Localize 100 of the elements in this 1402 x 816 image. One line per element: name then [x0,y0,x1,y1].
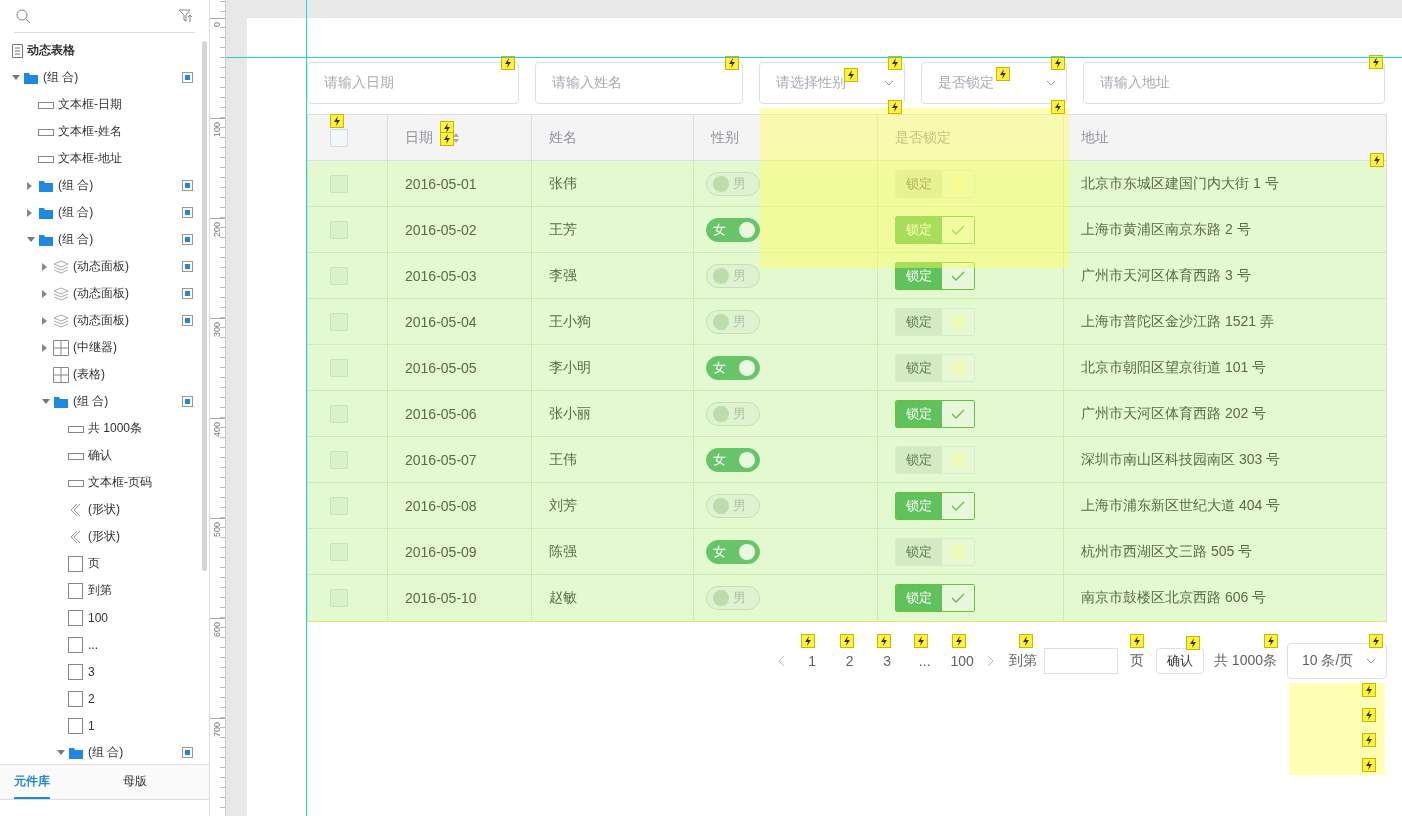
outline-item[interactable]: (动态面板) [0,253,209,280]
table-cell: 2016-05-02 [405,221,477,238]
table-cell: 2016-05-03 [405,267,477,284]
outline-item[interactable]: 确认 [0,442,209,469]
lock-toggle[interactable]: 锁定 [895,445,975,474]
outline-item[interactable]: (表格) [0,361,209,388]
ruler-number: 700 [212,722,222,738]
table-cell: 2016-05-01 [405,175,477,192]
column-header: 日期 [405,128,433,147]
ruler-number: 200 [212,222,222,238]
page-link[interactable]: 3 [868,653,906,669]
outline-item[interactable]: (形状) [0,523,209,550]
table-cell: 刘芳 [549,496,577,515]
outline-label: 文本框-地址 [58,150,122,167]
outline-item[interactable]: (组 合) [0,172,209,199]
outline-item[interactable]: (组 合) [0,199,209,226]
table-cell: 北京市朝阳区望京街道 101 号 [1081,358,1267,377]
outline-item[interactable]: (组 合) [0,388,209,415]
page-link[interactable]: ... [905,653,944,669]
outline-label: (组 合) [58,204,94,221]
outline-item[interactable]: 100 [0,604,209,631]
outline-item[interactable]: (中继器) [0,334,209,361]
outline-label: 动态表格 [27,42,75,59]
outline-label: 文本框-页码 [88,474,152,491]
table-cell: 陈强 [549,542,577,561]
table-cell: 王小狗 [549,312,591,331]
panel-tab[interactable]: 元件库 [14,765,50,799]
lock-toggle[interactable]: 锁定 [895,307,975,336]
ruler-number: 400 [212,422,222,438]
outline-label: (组 合) [58,231,94,248]
outline-label: ... [88,637,98,652]
outline-item[interactable]: ... [0,631,209,658]
outline-label: (形状) [88,501,120,518]
table-cell: 2016-05-04 [405,313,477,330]
outline-item[interactable]: 文本框-地址 [0,145,209,172]
table-cell: 2016-05-09 [405,543,477,560]
outline-item[interactable]: 文本框-页码 [0,469,209,496]
outline-item[interactable]: 到第 [0,577,209,604]
table-cell: 上海市普陀区金沙江路 1521 弄 [1081,312,1274,331]
table-cell: 2016-05-05 [405,359,477,376]
outline-item[interactable]: 页 [0,550,209,577]
outline-label: 3 [88,664,95,679]
lock-toggle[interactable]: 锁定 [895,353,975,382]
outline-item[interactable]: 文本框-姓名 [0,118,209,145]
outline-item[interactable]: 文本框-日期 [0,91,209,118]
table-cell: 杭州市西湖区文三路 505 号 [1081,542,1253,561]
table-cell: 王伟 [549,450,577,469]
confirm-button[interactable]: 确认 [1155,648,1204,674]
outline-item[interactable]: (动态面板) [0,280,209,307]
outline-label: 到第 [88,582,112,599]
outline-item[interactable]: 3 [0,658,209,685]
table-cell: 2016-05-08 [405,497,477,514]
table-cell: 上海市黄浦区南京东路 2 号 [1081,220,1251,239]
outline-label: (表格) [73,366,105,383]
table-cell: 李强 [549,266,577,285]
outline-item[interactable]: (组 合) [0,64,209,91]
outline-label: 1 [88,718,95,733]
outline-label: (组 合) [58,177,94,194]
outline-label: 2 [88,691,95,706]
ruler-number: 600 [212,622,222,638]
table-cell: 上海市浦东新区世纪大道 404 号 [1081,496,1281,515]
page-link[interactable]: 100 [943,653,981,669]
ruler-number: 300 [212,322,222,338]
table-cell: 北京市东城区建国门内大街 1 号 [1081,174,1279,193]
column-header: 姓名 [549,128,577,147]
table-cell: 张小丽 [549,404,591,423]
outline-label: (组 合) [88,744,124,761]
table-cell: 王芳 [549,220,577,239]
column-header: 性别 [711,128,739,147]
page-link[interactable]: 2 [830,653,869,669]
panel-tab[interactable]: 母版 [90,765,180,799]
total-count: 共 1000条 [1213,652,1277,670]
outline-item[interactable]: 动态表格 [0,37,209,64]
outline-item[interactable]: (形状) [0,496,209,523]
lock-toggle[interactable]: 锁定 [895,537,975,566]
page-link[interactable]: 1 [793,653,831,669]
outline-label: (形状) [88,528,120,545]
outline-item[interactable]: 2 [0,685,209,712]
outline-label: 确认 [88,447,112,464]
table-cell: 赵敏 [549,589,577,607]
outline-item[interactable]: (组 合) [0,226,209,253]
outline-label: (中继器) [73,339,117,356]
table-cell: 张伟 [549,174,577,193]
table-cell: 南京市鼓楼区北京西路 606 号 [1081,589,1267,607]
outline-item[interactable]: 1 [0,712,209,739]
ruler-number: 500 [212,522,222,538]
outline-label: 文本框-姓名 [58,123,122,140]
outline-label: (组 合) [43,69,79,86]
ruler-number: 0 [212,22,222,27]
outline-label: (动态面板) [73,258,129,275]
table-cell: 广州市天河区体育西路 202 号 [1081,404,1267,423]
outline-label: (动态面板) [73,285,129,302]
outline-label: 100 [88,610,109,625]
outline-item[interactable]: (动态面板) [0,307,209,334]
outline-item[interactable]: (组 合) [0,739,209,764]
ruler-number: 100 [212,122,222,138]
table-cell: 2016-05-07 [405,451,477,468]
table-cell: 广州市天河区体育西路 3 号 [1081,266,1251,285]
outline-label: 页 [88,555,100,572]
outline-item[interactable]: 共 1000条 [0,415,209,442]
